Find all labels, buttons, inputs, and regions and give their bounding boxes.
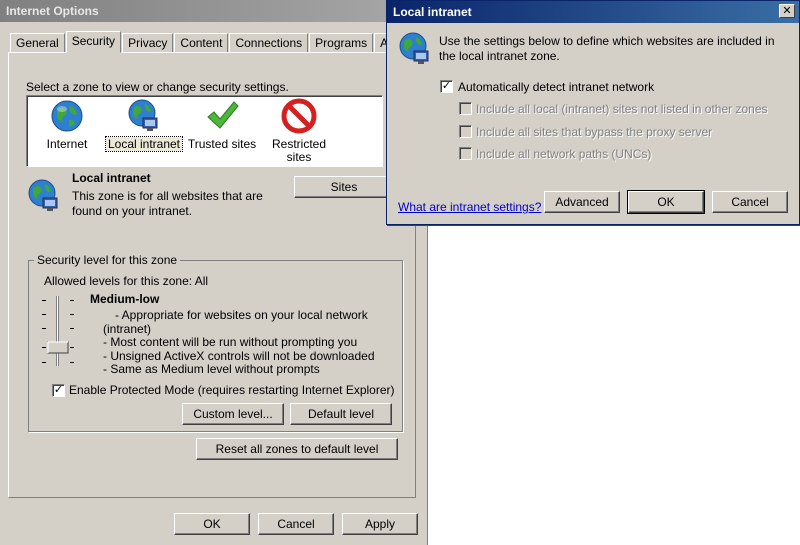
zone-local-intranet-label: Local intranet xyxy=(104,136,184,152)
intranet-description: Use the settings below to define which w… xyxy=(439,34,775,64)
advanced-button[interactable]: Advanced xyxy=(544,191,620,213)
local-intranet-dialog: Local intranet ✕ Use the settings below … xyxy=(386,0,800,225)
selected-zone-name: Local intranet xyxy=(72,171,151,185)
level-bullet-1: - Appropriate for websites on your local… xyxy=(115,308,368,322)
include-bypass-proxy-label: Include all sites that bypass the proxy … xyxy=(476,125,713,139)
checkmark-icon xyxy=(204,98,240,134)
level-bullet-2: (intranet) xyxy=(103,321,152,336)
zone-trusted-sites-label: Trusted sites xyxy=(187,137,257,151)
level-bullet-3: - Most content will be run without promp… xyxy=(103,335,358,349)
intranet-description-line1: Use the settings below to define which w… xyxy=(439,34,775,48)
intranet-description-line2: the local intranet zone. xyxy=(439,49,560,63)
zone-local-intranet[interactable]: Local intranet xyxy=(104,98,184,152)
zone-trusted-sites[interactable]: Trusted sites xyxy=(182,98,262,151)
level-name: Medium-low xyxy=(90,292,160,306)
prohibited-icon xyxy=(281,98,317,134)
include-local-sites-label: Include all local (intranet) sites not l… xyxy=(476,102,768,116)
apply-button[interactable]: Apply xyxy=(342,513,418,535)
tab-security[interactable]: Security xyxy=(65,31,122,53)
local-intranet-title: Local intranet xyxy=(387,1,799,23)
tab-strip: General Security Privacy Content Connect… xyxy=(10,31,421,53)
allowed-levels-label: Allowed levels for this zone: All xyxy=(44,274,209,288)
protected-mode-label: Enable Protected Mode (requires restarti… xyxy=(69,383,395,397)
zone-internet-label: Internet xyxy=(46,137,88,151)
tab-privacy[interactable]: Privacy xyxy=(122,33,174,53)
default-level-button[interactable]: Default level xyxy=(290,403,392,425)
security-level-slider[interactable] xyxy=(40,294,80,368)
include-local-sites-checkbox[interactable] xyxy=(459,102,472,115)
intranet-ok-button[interactable]: OK xyxy=(627,190,705,214)
include-bypass-proxy-checkbox[interactable] xyxy=(459,125,472,138)
close-icon[interactable]: ✕ xyxy=(779,4,795,18)
tab-content[interactable]: Content xyxy=(174,33,229,53)
intranet-settings-help-link[interactable]: What are intranet settings? xyxy=(398,200,541,214)
intranet-cancel-button[interactable]: Cancel xyxy=(712,191,788,213)
zone-restricted-sites[interactable]: Restricted sites xyxy=(259,98,339,164)
level-bullet-4: - Unsigned ActiveX controls will not be … xyxy=(103,348,375,363)
internet-options-title: Internet Options xyxy=(0,0,427,22)
zone-restricted-sites-label: Restricted sites xyxy=(271,137,327,164)
selected-zone-icon xyxy=(26,178,62,214)
intranet-globe-icon xyxy=(126,98,162,134)
include-unc-paths-checkbox[interactable] xyxy=(459,147,472,160)
tab-connections[interactable]: Connections xyxy=(229,33,309,53)
tab-programs[interactable]: Programs xyxy=(309,33,374,53)
protected-mode-checkbox[interactable]: ✓ xyxy=(52,384,65,397)
tab-general[interactable]: General xyxy=(10,33,65,53)
internet-options-window: Internet Options General Security Privac… xyxy=(0,0,428,545)
ok-button[interactable]: OK xyxy=(174,513,250,535)
sites-button[interactable]: Sites xyxy=(294,176,394,198)
cancel-button[interactable]: Cancel xyxy=(258,513,334,535)
zone-internet[interactable]: Internet xyxy=(27,98,107,151)
auto-detect-checkbox[interactable]: ✓ xyxy=(440,80,453,93)
selected-zone-description: This zone is for all websites that are f… xyxy=(72,189,263,218)
custom-level-button[interactable]: Custom level... xyxy=(182,403,284,425)
zone-prompt: Select a zone to view or change security… xyxy=(26,80,289,94)
auto-detect-label: Automatically detect intranet network xyxy=(458,80,655,94)
security-level-group-title: Security level for this zone xyxy=(34,253,181,267)
zone-list: Internet Local intranet Trusted sites Re… xyxy=(26,95,383,167)
globe-icon xyxy=(49,98,85,134)
intranet-globe-icon xyxy=(397,31,433,67)
reset-all-zones-button[interactable]: Reset all zones to default level xyxy=(196,438,398,460)
level-bullet-5: - Same as Medium level without prompts xyxy=(103,362,320,376)
level-description: - Appropriate for websites on your local… xyxy=(103,308,375,377)
include-unc-paths-label: Include all network paths (UNCs) xyxy=(476,147,652,161)
